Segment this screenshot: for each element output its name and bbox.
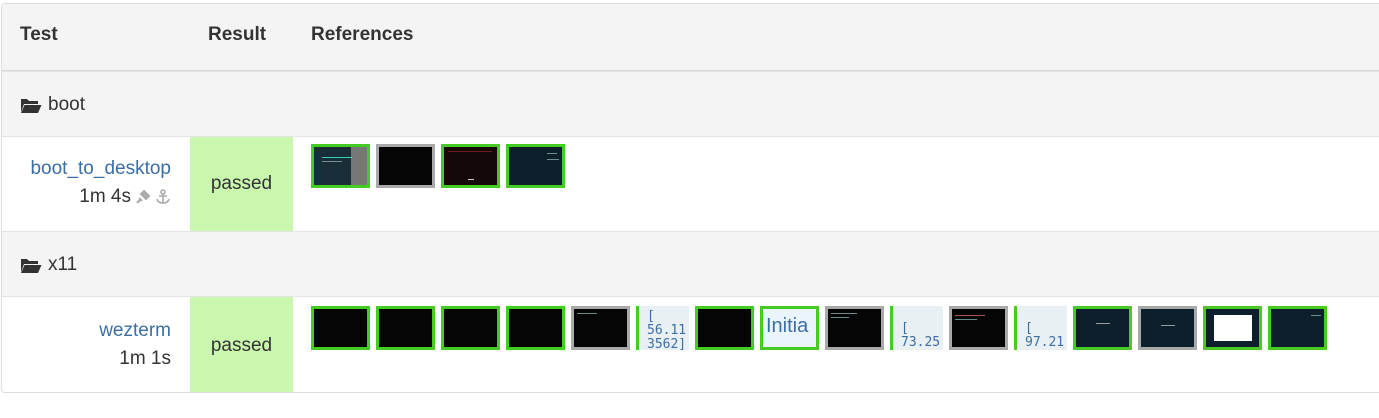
reference-thumbnail[interactable] <box>441 306 500 350</box>
header-test: Test <box>20 24 58 45</box>
reference-thumbnail[interactable] <box>441 144 500 188</box>
result-passed[interactable]: passed <box>190 137 293 231</box>
group-name: x11 <box>48 254 78 275</box>
reference-text-thumbnail[interactable]: Initia <box>760 306 819 350</box>
reference-thumbnail[interactable] <box>376 306 435 350</box>
test-name-link[interactable]: wezterm <box>2 317 171 345</box>
header-result: Result <box>208 24 267 45</box>
reference-text-thumbnail[interactable]: [ 73.25 <box>890 306 943 350</box>
reference-thumbnail[interactable] <box>571 306 630 350</box>
test-duration: 1m 1s <box>119 348 171 369</box>
reference-list: [ 56.11 3562] Initia [ 73.25 [97.21 <box>311 306 1327 350</box>
text-ref-line: 56.11 <box>647 323 687 338</box>
test-row-boot-to-desktop: boot_to_desktop 1m 4s passed <box>2 137 1379 231</box>
text-ref-line: 73.25 <box>901 335 941 350</box>
text-ref-line: 97.21 <box>1025 335 1065 350</box>
reference-thumbnail[interactable] <box>949 306 1008 350</box>
reference-thumbnail[interactable] <box>695 306 754 350</box>
text-ref-line: Initia <box>766 315 809 337</box>
reference-thumbnail[interactable] <box>1073 306 1132 350</box>
test-cell: wezterm 1m 1s <box>2 317 189 373</box>
group-label: boot <box>20 94 85 116</box>
reference-text-thumbnail[interactable]: [ 97.21 <box>1014 306 1067 350</box>
plug-icon <box>136 189 151 204</box>
test-name-link[interactable]: boot_to_desktop <box>2 155 171 183</box>
text-ref-line: 3562] <box>647 337 687 351</box>
reference-thumbnail[interactable] <box>1268 306 1327 350</box>
text-ref-line: [ <box>1025 321 1033 336</box>
reference-thumbnail[interactable] <box>311 144 370 188</box>
reference-thumbnail[interactable] <box>376 144 435 188</box>
reference-thumbnail[interactable] <box>311 306 370 350</box>
reference-text-thumbnail[interactable]: [ 56.11 3562] <box>636 306 689 350</box>
folder-open-icon <box>21 99 42 113</box>
reference-thumbnail[interactable] <box>506 306 565 350</box>
text-ref-line: [ <box>647 309 655 324</box>
reference-thumbnail[interactable] <box>1203 306 1262 350</box>
table-header: Test Result References <box>2 4 1379 71</box>
text-ref-line: [ <box>901 321 909 336</box>
folder-open-icon <box>21 259 42 273</box>
result-passed[interactable]: passed <box>190 297 293 392</box>
anchor-icon <box>156 189 170 204</box>
test-duration: 1m 4s <box>79 186 131 207</box>
reference-thumbnail[interactable] <box>1138 306 1197 350</box>
reference-thumbnail[interactable] <box>825 306 884 350</box>
test-results-table: Test Result References boot boot_to_desk… <box>1 3 1379 393</box>
group-label: x11 <box>20 254 77 276</box>
group-row-x11: x11 <box>2 231 1379 297</box>
header-references: References <box>311 24 414 45</box>
group-name: boot <box>48 94 85 115</box>
test-cell: boot_to_desktop 1m 4s <box>2 155 189 211</box>
reference-thumbnail[interactable] <box>506 144 565 188</box>
test-row-wezterm: wezterm 1m 1s passed [ 56.11 3562] Initi… <box>2 297 1379 392</box>
group-row-boot: boot <box>2 71 1379 137</box>
reference-list <box>311 144 565 188</box>
